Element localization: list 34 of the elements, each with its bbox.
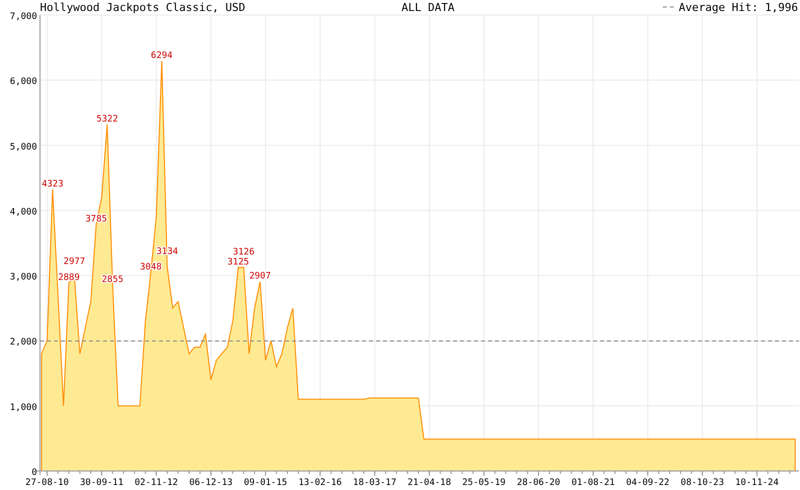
- period-label: ALL DATA: [402, 1, 454, 14]
- x-axis-label: 10-11-24: [735, 478, 779, 488]
- x-axis-label: 27-08-10: [25, 478, 69, 488]
- peak-label: 3126: [232, 247, 255, 258]
- peak-label: 6294: [150, 51, 173, 61]
- y-axis-label: 7,000: [10, 12, 37, 22]
- peak-label: 5322: [96, 114, 118, 124]
- x-axis-label: 21-04-18: [408, 478, 451, 488]
- x-axis-label: 08-10-23: [680, 478, 724, 488]
- x-axis-label: 04-09-22: [626, 478, 670, 488]
- x-axis-label: 09-01-15: [244, 478, 288, 488]
- x-axis-label: 02-11-12: [134, 478, 178, 488]
- peak-label: 2907: [249, 272, 271, 282]
- legend-label: Average Hit: 1,996: [678, 1, 798, 14]
- peak-label: 2977: [64, 257, 86, 268]
- x-axis-label: 01-08-21: [571, 478, 615, 488]
- x-axis-label: 18-03-17: [353, 478, 396, 488]
- y-axis-label: 1,000: [10, 402, 37, 413]
- peak-label: 2889: [58, 272, 80, 283]
- y-axis-label: 4,000: [10, 207, 37, 218]
- y-axis-label: 3,000: [10, 272, 37, 283]
- peak-label: 4323: [42, 179, 64, 190]
- legend-dash-icon: [662, 6, 676, 8]
- y-axis-label: 5,000: [10, 142, 37, 152]
- x-axis-label: 28-06-20: [516, 478, 560, 488]
- x-axis-label: 25-05-19: [462, 478, 506, 488]
- x-axis-label: 30-09-11: [80, 478, 124, 488]
- x-axis-label: 06-12-13: [189, 478, 233, 488]
- y-axis-label: 6,000: [10, 77, 37, 88]
- peak-label: 3125: [227, 257, 250, 268]
- chart-title: Hollywood Jackpots Classic, USD: [40, 1, 246, 14]
- y-axis-label: 0: [32, 468, 37, 478]
- x-axis-label: 13-02-16: [298, 478, 342, 488]
- y-axis-label: 2,000: [10, 338, 37, 348]
